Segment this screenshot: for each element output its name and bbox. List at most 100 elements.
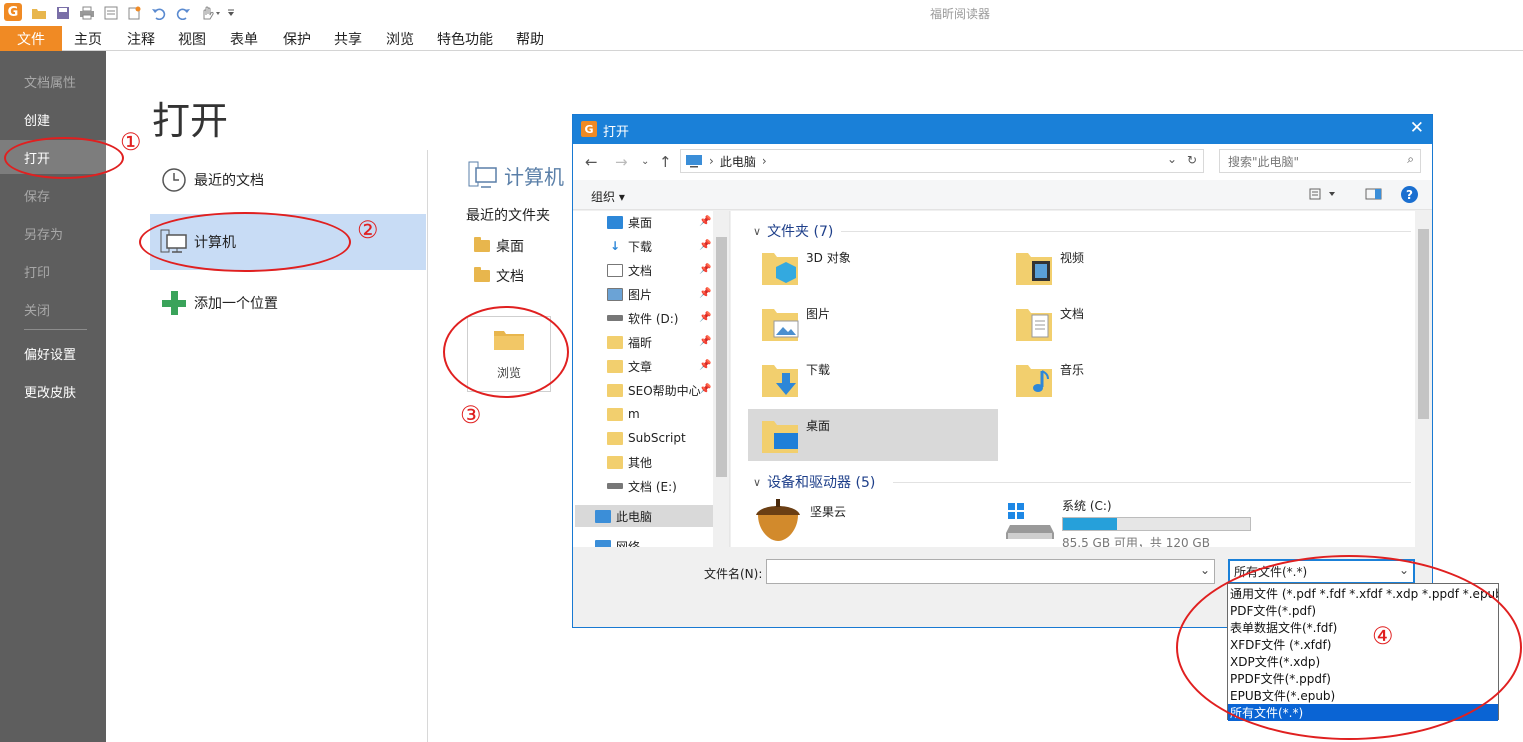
device-tile-drive-c[interactable]: 系统 (C:) 85.5 GB 可用，共 120 GB xyxy=(1002,495,1302,547)
folder-tile-pictures[interactable]: 图片 xyxy=(748,297,998,349)
windows-drive-icon xyxy=(1006,499,1056,543)
tree-item-label: 文档 xyxy=(628,263,653,278)
annotation-ring xyxy=(139,212,351,272)
foxit-logo-icon: G xyxy=(581,121,597,137)
menu-comment[interactable]: 注释 xyxy=(127,29,155,49)
folder-label: 3D 对象 xyxy=(806,251,851,265)
location-add-place[interactable]: 添加一个位置 xyxy=(150,275,426,331)
recent-folder-item[interactable]: 桌面 xyxy=(474,236,524,256)
folder-tile-music[interactable]: 音乐 xyxy=(1002,353,1252,405)
tree-item-drive-d[interactable]: 软件 (D:) xyxy=(607,307,678,329)
nav-save[interactable]: 保存 xyxy=(24,186,50,205)
recent-folder-item[interactable]: 文档 xyxy=(474,266,524,286)
refresh-icon[interactable]: ↻ xyxy=(1187,153,1197,167)
menu-features[interactable]: 特色功能 xyxy=(437,29,493,49)
nav-doc-properties[interactable]: 文档属性 xyxy=(24,72,76,91)
picture-folder-icon xyxy=(760,303,800,343)
address-dropdown-icon[interactable]: ⌄ xyxy=(1167,152,1177,166)
chevron-down-icon[interactable]: ⌄ xyxy=(1200,563,1210,577)
document-folder-icon xyxy=(1014,303,1054,343)
menu-share[interactable]: 共享 xyxy=(334,29,362,49)
nav-preferences[interactable]: 偏好设置 xyxy=(24,344,76,363)
tree-item-label: 桌面 xyxy=(628,215,653,230)
menu-protect[interactable]: 保护 xyxy=(283,29,311,49)
download-folder-icon xyxy=(760,359,800,399)
menu-form[interactable]: 表单 xyxy=(230,29,258,49)
menu-help[interactable]: 帮助 xyxy=(516,29,544,49)
menu-home[interactable]: 主页 xyxy=(74,29,102,49)
menu-file[interactable]: 文件 xyxy=(0,26,62,51)
preview-pane-icon[interactable] xyxy=(1365,187,1383,205)
tree-item-label: SEO帮助中心 xyxy=(628,383,701,398)
content-scrollbar-thumb[interactable] xyxy=(1418,229,1429,419)
folder-icon xyxy=(474,267,490,282)
location-label: 最近的文档 xyxy=(194,173,264,189)
annotation-number: ③ xyxy=(460,401,482,429)
tree-item-label: 其他 xyxy=(628,455,653,470)
tree-item-folder[interactable]: SEO帮助中心 xyxy=(607,379,701,401)
content-pane: ∨ 文件夹 (7) 3D 对象 视频 图片 文档 下载 音乐 桌面 ∨ 设备和驱… xyxy=(731,211,1432,547)
forward-arrow-icon[interactable]: → xyxy=(615,153,628,171)
folder-icon xyxy=(607,407,623,421)
folders-group-header[interactable]: ∨ 文件夹 (7) xyxy=(753,221,833,241)
menu-browse[interactable]: 浏览 xyxy=(386,29,414,49)
tree-item-network[interactable]: 网络 xyxy=(595,535,640,547)
tree-item-folder[interactable]: m xyxy=(607,403,640,425)
group-divider xyxy=(893,482,1411,483)
folder-icon xyxy=(607,383,623,397)
tree-item-pictures[interactable]: 图片 xyxy=(607,283,652,305)
tree-item-downloads[interactable]: ↓ 下载 xyxy=(607,235,652,257)
device-label: 坚果云 xyxy=(810,505,847,519)
3d-objects-folder-icon xyxy=(760,247,800,287)
chevron-down-icon: ∨ xyxy=(753,224,762,238)
tree-item-folder[interactable]: 文章 xyxy=(607,355,652,377)
tree-item-folder[interactable]: 其他 xyxy=(607,451,652,473)
tree-item-label: 福昕 xyxy=(628,335,653,350)
tree-item-label: 此电脑 xyxy=(616,509,653,524)
folder-tile-desktop[interactable]: 桌面 xyxy=(748,409,998,461)
dialog-title: 打开 xyxy=(603,125,630,140)
dialog-toolbar: 组织 ▾ ? xyxy=(573,180,1432,210)
folder-tile-videos[interactable]: 视频 xyxy=(1002,241,1252,293)
pin-icon: 📌 xyxy=(699,216,712,227)
annotation-ring xyxy=(1176,555,1522,740)
folder-tile-3d-objects[interactable]: 3D 对象 xyxy=(748,241,998,293)
address-bar[interactable]: › 此电脑 › ⌄ ↻ xyxy=(680,149,1204,173)
pin-icon: 📌 xyxy=(699,336,712,347)
folder-tile-documents[interactable]: 文档 xyxy=(1002,297,1252,349)
devices-group-header[interactable]: ∨ 设备和驱动器 (5) xyxy=(753,472,875,492)
close-icon[interactable]: ✕ xyxy=(1410,118,1424,138)
video-folder-icon xyxy=(1014,247,1054,287)
recent-folders-label: 最近的文件夹 xyxy=(466,208,550,224)
back-arrow-icon[interactable]: ← xyxy=(585,153,598,171)
folder-tile-downloads[interactable]: 下载 xyxy=(748,353,998,405)
nav-create[interactable]: 创建 xyxy=(24,110,50,129)
tree-item-this-pc[interactable]: 此电脑 xyxy=(595,505,652,527)
nav-save-as[interactable]: 另存为 xyxy=(24,224,63,243)
recent-locations-chevron-icon[interactable]: ⌄ xyxy=(641,156,649,167)
tree-item-drive-e[interactable]: 文档 (E:) xyxy=(607,475,677,497)
tree-scrollbar-thumb[interactable] xyxy=(716,237,727,477)
group-divider xyxy=(841,231,1411,232)
location-recent-docs[interactable]: 最近的文档 xyxy=(150,152,426,208)
tree-item-folder[interactable]: 福昕 xyxy=(607,331,652,353)
filename-input[interactable]: ⌄ xyxy=(766,559,1215,584)
menu-view[interactable]: 视图 xyxy=(178,29,206,49)
folder-label: 桌面 xyxy=(806,419,831,433)
tree-item-folder[interactable]: SubScript xyxy=(607,427,686,449)
device-tile-nutstore[interactable]: 坚果云 xyxy=(748,495,998,547)
organize-button[interactable]: 组织 ▾ xyxy=(591,188,625,205)
nav-change-skin[interactable]: 更改皮肤 xyxy=(24,382,76,401)
view-options-icon[interactable] xyxy=(1309,187,1339,205)
search-input[interactable]: 搜索"此电脑" ⌕ xyxy=(1219,149,1421,173)
breadcrumb-separator-icon: › xyxy=(709,154,714,168)
nav-print[interactable]: 打印 xyxy=(24,262,50,281)
filename-label: 文件名(N): xyxy=(704,567,763,581)
nav-close[interactable]: 关闭 xyxy=(24,300,50,319)
up-arrow-icon[interactable]: ↑ xyxy=(659,153,672,171)
tree-item-documents[interactable]: 文档 xyxy=(607,259,652,281)
folder-label: 视频 xyxy=(1060,251,1085,265)
tree-item-desktop[interactable]: 桌面 xyxy=(607,211,652,233)
help-icon[interactable]: ? xyxy=(1401,186,1418,203)
folder-icon xyxy=(474,237,490,252)
